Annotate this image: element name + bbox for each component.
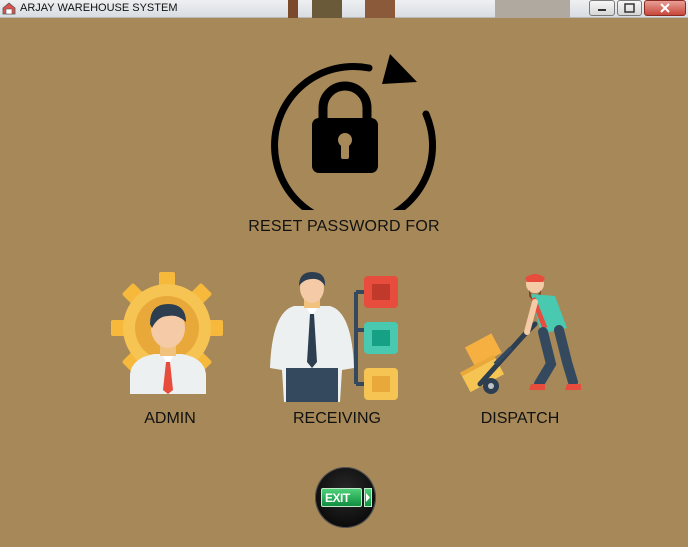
admin-role-button[interactable] — [110, 262, 225, 394]
dispatch-role-button[interactable] — [455, 272, 585, 402]
exit-arrow-icon — [364, 488, 372, 507]
minimize-button[interactable] — [589, 0, 615, 16]
receiving-role-button[interactable] — [268, 272, 403, 402]
app-icon — [2, 2, 16, 15]
exit-label: EXIT — [321, 488, 362, 507]
close-button[interactable] — [644, 0, 686, 16]
minimize-icon — [598, 9, 606, 11]
window-title: ARJAY WAREHOUSE SYSTEM — [20, 2, 178, 14]
receiving-person-checklist-icon — [270, 272, 398, 402]
maximize-button[interactable] — [617, 0, 642, 16]
page-heading: RESET PASSWORD FOR — [248, 218, 440, 235]
background-strip — [312, 0, 342, 18]
dispatch-hand-truck-icon — [460, 274, 581, 394]
admin-label[interactable]: ADMIN — [120, 410, 220, 428]
close-icon — [660, 3, 670, 13]
maximize-icon — [624, 3, 635, 13]
lock-refresh-icon — [271, 54, 436, 210]
title-bar: ARJAY WAREHOUSE SYSTEM — [0, 0, 688, 18]
exit-button[interactable]: EXIT — [315, 467, 376, 528]
background-strip — [495, 0, 570, 18]
background-strip — [288, 0, 298, 18]
dispatch-label[interactable]: DISPATCH — [470, 410, 570, 428]
receiving-label[interactable]: RECEIVING — [282, 410, 392, 428]
admin-gear-person-icon — [111, 272, 223, 394]
background-strip — [365, 0, 395, 18]
